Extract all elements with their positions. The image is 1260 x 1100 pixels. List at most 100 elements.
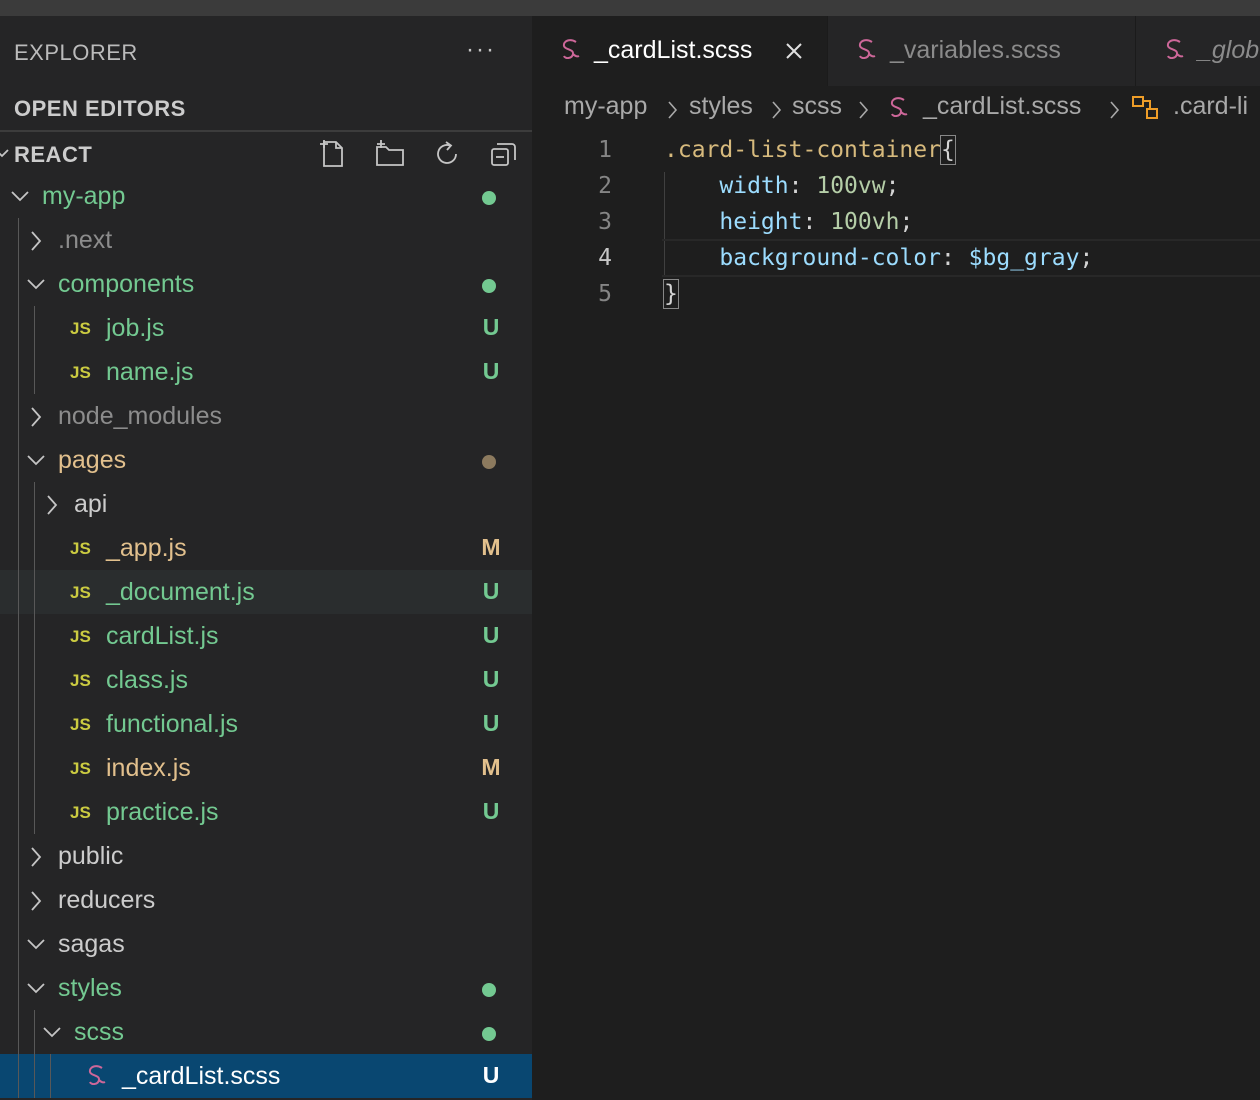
folder-my-app[interactable]: my-app — [0, 174, 532, 218]
git-status-badge: U — [482, 666, 500, 692]
javascript-file-icon: JS — [70, 759, 91, 778]
folder-components[interactable]: components — [0, 262, 532, 306]
semicolon: ; — [899, 209, 914, 235]
folder-styles[interactable]: styles — [0, 966, 532, 1010]
semicolon: ; — [885, 173, 900, 199]
indent-guide — [34, 746, 35, 790]
indent-guide — [34, 1054, 35, 1098]
modified-dot-indicator — [482, 983, 496, 997]
indent-guide — [34, 482, 35, 526]
tab-global-scss[interactable]: _glob — [1136, 16, 1260, 86]
file-cardlist-scss[interactable]: _cardList.scss U — [0, 1054, 532, 1098]
explorer-sidebar: EXPLORER ··· OPEN EDITORS REACT my-app .n — [0, 16, 532, 1100]
folder-api[interactable]: api — [0, 482, 532, 526]
collapse-all-icon[interactable] — [488, 138, 520, 170]
javascript-file-icon: JS — [70, 627, 91, 646]
tree-item-label: .next — [58, 226, 113, 254]
line-number: 3 — [598, 209, 612, 235]
colon: : — [788, 173, 817, 199]
git-status-badge: U — [482, 358, 500, 384]
matching-brace: { — [939, 135, 956, 165]
folder-scss[interactable]: scss — [0, 1010, 532, 1054]
indent-guide — [18, 658, 19, 702]
tree-item-label: styles — [58, 974, 122, 1002]
git-status-badge: U — [482, 622, 500, 648]
indent-guide — [18, 790, 19, 834]
editor-tab-bar: _cardList.scss _variables.scss _glob — [532, 16, 1260, 86]
file-index-js[interactable]: JS index.js M — [0, 746, 532, 790]
file-name-js[interactable]: JS name.js U — [0, 350, 532, 394]
breadcrumb-item[interactable]: _cardList.scss — [923, 92, 1081, 121]
indent-guide — [34, 306, 35, 350]
code-line: 1 .card-list-container{ — [532, 132, 1260, 168]
more-actions-button[interactable]: ··· — [466, 36, 496, 64]
code-line: 5 } — [532, 276, 1260, 312]
indent-guide — [34, 702, 35, 746]
breadcrumb-item[interactable]: scss — [792, 92, 842, 121]
javascript-file-icon: JS — [70, 363, 91, 382]
tree-item-label: cardList.js — [106, 622, 219, 650]
file-document-js[interactable]: JS _document.js U — [0, 570, 532, 614]
code-line-current: 4 background-color: $bg_gray; — [532, 239, 1260, 277]
chevron-down-icon — [0, 149, 9, 158]
explorer-header: EXPLORER ··· — [0, 16, 532, 88]
breadcrumb-item[interactable]: my-app — [564, 92, 647, 121]
chevron-right-icon — [47, 495, 58, 515]
indent-guide — [34, 790, 35, 834]
new-folder-icon[interactable] — [374, 138, 406, 170]
indent-guide — [18, 922, 19, 966]
tree-item-label: _app.js — [106, 534, 187, 562]
indent-guide — [18, 966, 19, 1010]
sass-file-icon — [88, 1065, 106, 1086]
tree-item-label: components — [58, 270, 195, 298]
tree-item-label: _cardList.scss — [122, 1062, 281, 1090]
line-content: height: 100vh; — [664, 204, 913, 240]
chevron-right-icon — [31, 407, 42, 427]
indent-guide — [50, 1054, 51, 1098]
indent-guide — [18, 306, 19, 350]
git-status-badge: M — [481, 534, 501, 560]
folder-public[interactable]: public — [0, 834, 532, 878]
file-functional-js[interactable]: JS functional.js U — [0, 702, 532, 746]
workspace-section-header[interactable]: REACT — [0, 132, 532, 176]
open-editors-section[interactable]: OPEN EDITORS — [0, 88, 532, 132]
tree-item-label: name.js — [106, 358, 194, 386]
folder-reducers[interactable]: reducers — [0, 878, 532, 922]
line-content: .card-list-container{ — [664, 132, 956, 168]
folder-next[interactable]: .next — [0, 218, 532, 262]
tree-item-label: practice.js — [106, 798, 219, 826]
file-cardlist-js[interactable]: JS cardList.js U — [0, 614, 532, 658]
modified-dot-indicator — [482, 455, 496, 469]
javascript-file-icon: JS — [70, 715, 91, 734]
breadcrumb-item[interactable]: styles — [689, 92, 753, 121]
javascript-file-icon: JS — [70, 319, 91, 338]
tree-item-label: job.js — [106, 314, 165, 342]
tab-label: _glob — [1198, 36, 1260, 64]
css-selector: .card-list-container — [664, 137, 941, 163]
code-editor[interactable]: 1 .card-list-container{ 2 width: 100vw; … — [532, 132, 1260, 1100]
chevron-down-icon — [11, 191, 29, 202]
file-job-js[interactable]: JS job.js U — [0, 306, 532, 350]
folder-pages[interactable]: pages — [0, 438, 532, 482]
file-app-js[interactable]: JS _app.js M — [0, 526, 532, 570]
breadcrumb-item[interactable]: .card-li — [1173, 92, 1248, 121]
chevron-down-icon — [27, 279, 45, 290]
colon: : — [940, 245, 969, 271]
folder-sagas[interactable]: sagas — [0, 922, 532, 966]
line-number: 2 — [598, 173, 612, 199]
indent-guide — [18, 878, 19, 922]
chevron-right-icon — [668, 101, 678, 119]
indent-guide — [34, 658, 35, 702]
tab-cardlist-scss[interactable]: _cardList.scss — [532, 16, 827, 86]
file-practice-js[interactable]: JS practice.js U — [0, 790, 532, 834]
close-icon[interactable] — [784, 41, 804, 61]
file-class-js[interactable]: JS class.js U — [0, 658, 532, 702]
line-number: 1 — [598, 137, 612, 163]
css-property: background-color — [719, 245, 941, 271]
folder-node-modules[interactable]: node_modules — [0, 394, 532, 438]
tree-item-label: index.js — [106, 754, 191, 782]
refresh-icon[interactable] — [431, 138, 463, 170]
tab-variables-scss[interactable]: _variables.scss — [828, 16, 1135, 86]
new-file-icon[interactable] — [318, 138, 350, 170]
tab-label: _variables.scss — [890, 36, 1061, 64]
